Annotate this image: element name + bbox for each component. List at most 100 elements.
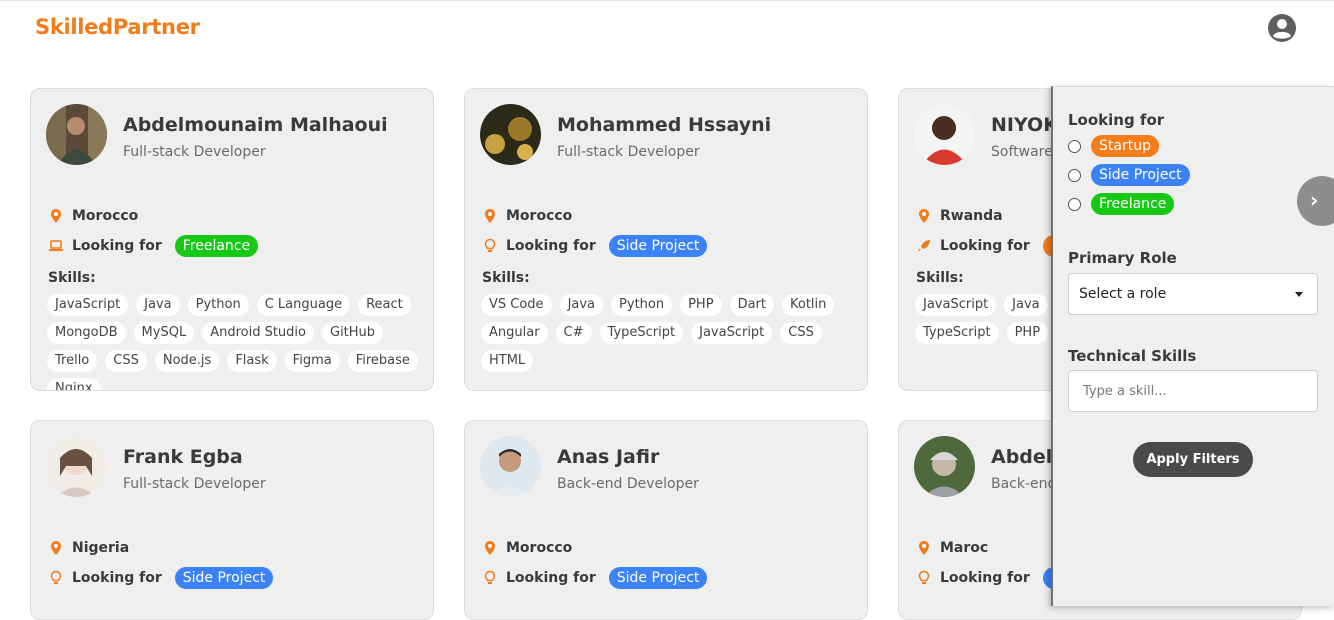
skill-tag: Firebase [347, 350, 418, 372]
skill-search-input[interactable] [1068, 370, 1318, 412]
looking-for-label: Looking for [506, 570, 596, 586]
avatar [46, 436, 107, 497]
looking-for-label: Looking for [506, 238, 596, 254]
side-project-badge[interactable]: Side Project [1091, 164, 1190, 186]
apply-filters-button[interactable]: Apply Filters [1133, 442, 1253, 477]
skill-tag: JavaScript [47, 294, 129, 316]
skill-tag: HTML [481, 350, 534, 372]
avatar [914, 436, 975, 497]
skill-tag: CSS [780, 322, 822, 344]
profile-card[interactable]: Abdelmounaim Malhaoui Full-stack Develop… [30, 88, 434, 391]
filter-option-side-project[interactable]: Side Project [1068, 164, 1190, 186]
startup-radio[interactable] [1068, 139, 1081, 153]
filter-option-freelance[interactable]: Freelance [1068, 193, 1175, 215]
skill-tag: Angular [481, 322, 548, 344]
looking-for-label: Looking for [940, 238, 1030, 254]
skill-tag: Dart [729, 294, 774, 316]
looking-for-row: Looking for Si [916, 566, 1072, 590]
profile-role: Back-end [991, 476, 1057, 492]
profile-card[interactable]: Anas Jafir Back-end Developer Morocco Lo… [464, 420, 868, 620]
skill-tag: GitHub [322, 322, 384, 344]
skill-tag: JavaScript [691, 322, 773, 344]
technical-skills-title: Technical Skills [1068, 347, 1197, 365]
freelance-badge[interactable]: Freelance [1091, 193, 1175, 215]
role-select[interactable]: Select a role [1068, 273, 1318, 315]
location-pin-icon [485, 209, 495, 223]
skill-tag: MongoDB [47, 322, 126, 344]
profile-role: Full-stack Developer [123, 476, 266, 492]
location-pin-icon [919, 209, 929, 223]
startup-badge[interactable]: Startup [1091, 135, 1159, 157]
skill-tag: PHP [680, 294, 722, 316]
skill-tag: CSS [105, 350, 147, 372]
skills-label: Skills: [916, 270, 964, 286]
skills-list: VS Code Java Python PHP Dart Kotlin Angu… [481, 294, 856, 372]
chevron-right-icon: › [1310, 188, 1319, 212]
profile-role: Back-end Developer [557, 476, 699, 492]
skill-tag: Figma [284, 350, 340, 372]
skill-tag: Android Studio [202, 322, 314, 344]
location-text: Rwanda [940, 208, 1003, 224]
skill-tag: Trello [47, 350, 98, 372]
location-pin-icon [51, 209, 61, 223]
side-project-radio[interactable] [1068, 168, 1081, 182]
skill-tag: Kotlin [781, 294, 835, 316]
location-text: Morocco [506, 540, 573, 556]
looking-for-label: Looking for [940, 570, 1030, 586]
profile-card[interactable]: Frank Egba Full-stack Developer Nigeria … [30, 420, 434, 620]
lightbulb-icon [918, 570, 930, 584]
profile-card[interactable]: Mohammed Hssayni Full-stack Developer Mo… [464, 88, 868, 391]
skills-list: JavaScript Java TypeScript PHP [915, 294, 1055, 344]
skill-tag: MySQL [133, 322, 195, 344]
avatar [46, 104, 107, 165]
location-row: Morocco [482, 536, 572, 560]
profile-role: Full-stack Developer [123, 144, 266, 160]
looking-for-badge: Side Project [608, 567, 708, 589]
looking-for-row: Looking for Side Project [48, 566, 274, 590]
looking-for-badge: Side Project [174, 567, 274, 589]
skill-tag: TypeScript [599, 322, 684, 344]
filter-option-startup[interactable]: Startup [1068, 135, 1159, 157]
skill-tag: Node.js [154, 350, 220, 372]
location-pin-icon [51, 541, 61, 555]
freelance-radio[interactable] [1068, 197, 1081, 211]
profile-name: Mohammed Hssayni [557, 114, 772, 136]
location-text: Morocco [72, 208, 139, 224]
looking-for-row: Looking for Side Project [482, 566, 708, 590]
profile-name: Frank Egba [123, 446, 243, 468]
lightbulb-icon [50, 570, 62, 584]
location-text: Nigeria [72, 540, 130, 556]
profile-role: Full-stack Developer [557, 144, 700, 160]
skill-tag: Java [1004, 294, 1048, 316]
skill-tag: Python [187, 294, 249, 316]
looking-for-label: Looking for [72, 570, 162, 586]
skill-tag: TypeScript [915, 322, 999, 344]
skills-list: JavaScript Java Python C Language React … [47, 294, 422, 390]
looking-for-row: Looking for St [916, 234, 1074, 258]
location-text: Morocco [506, 208, 573, 224]
location-pin-icon [919, 541, 929, 555]
skill-tag: C Language [256, 294, 351, 316]
lightbulb-icon [484, 570, 496, 584]
skills-label: Skills: [48, 270, 96, 286]
looking-for-row: Looking for Side Project [482, 234, 708, 258]
account-icon[interactable] [1267, 13, 1297, 43]
skill-tag: Java [136, 294, 180, 316]
laptop-icon [49, 240, 63, 251]
skill-tag: Java [559, 294, 604, 316]
avatar [480, 104, 541, 165]
location-row: Morocco [482, 204, 572, 228]
skill-tag: Flask [227, 350, 277, 372]
profile-name: Anas Jafir [557, 446, 660, 468]
primary-role-title: Primary Role [1068, 249, 1177, 267]
skill-tag: JavaScript [915, 294, 997, 316]
role-select-value: Select a role [1079, 286, 1167, 302]
app-logo[interactable]: SkilledPartner [35, 15, 200, 39]
profile-name: Abdelmounaim Malhaoui [123, 114, 388, 136]
avatar [480, 436, 541, 497]
skills-label: Skills: [482, 270, 530, 286]
location-pin-icon [485, 541, 495, 555]
filter-panel: Looking for Startup Side Project Freelan… [1051, 86, 1334, 606]
profile-name: NIYOK [991, 114, 1058, 136]
rocket-icon [918, 240, 930, 252]
